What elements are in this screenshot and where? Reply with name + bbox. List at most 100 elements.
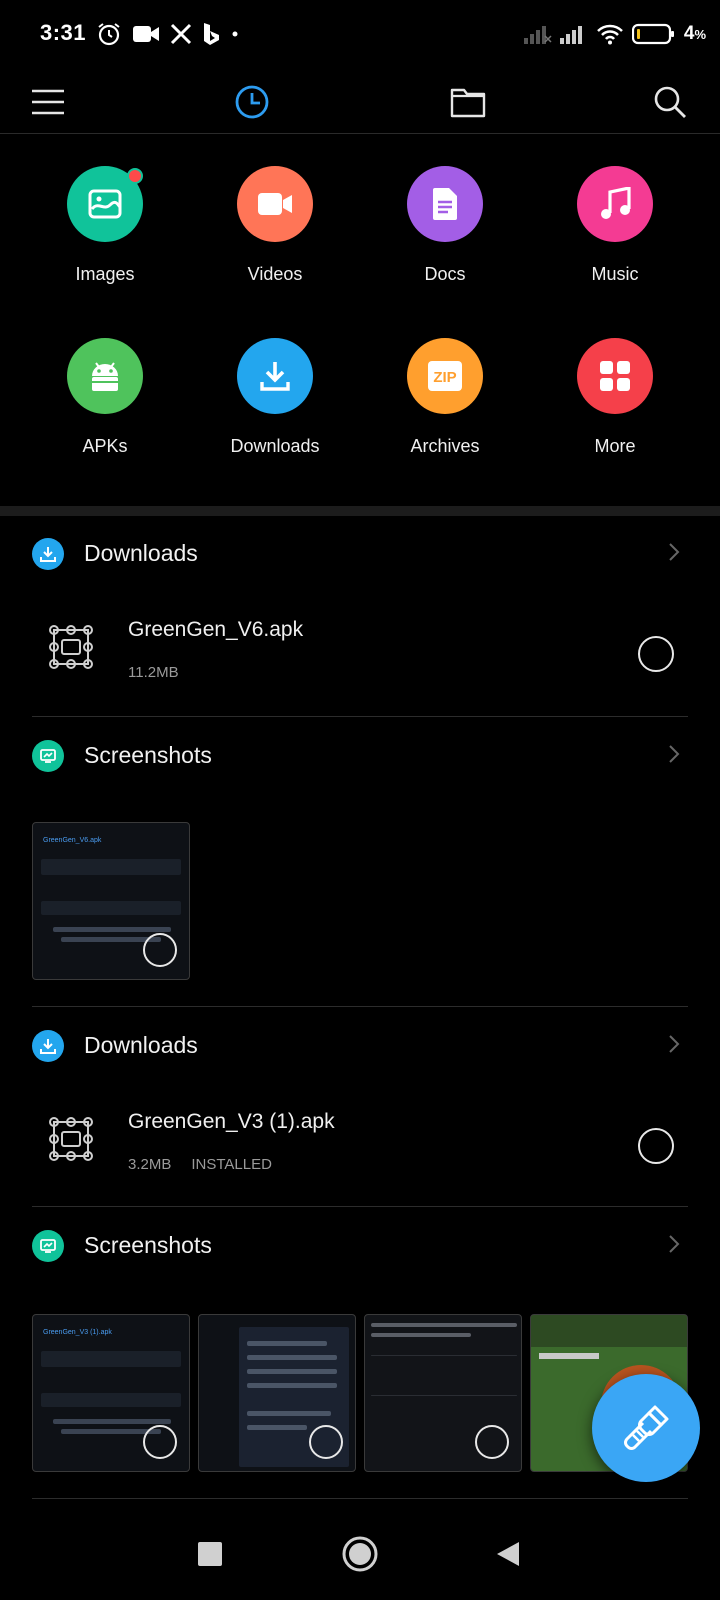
recent-tab[interactable] [228,78,276,126]
section-title: Screenshots [84,742,212,768]
top-toolbar [0,68,720,134]
download-icon [40,547,56,562]
recents-button[interactable] [184,1528,236,1580]
select-checkbox[interactable] [638,636,674,672]
category-icon-bg [67,338,143,414]
category-icon-bg [237,166,313,242]
chevron-right-icon [669,745,680,763]
chevron-right-icon [669,1235,680,1253]
category-label: Docs [424,264,466,284]
wifi-icon [596,24,623,45]
menu-button[interactable] [24,78,72,126]
folders-tab[interactable] [444,78,492,126]
bing-icon [204,23,219,45]
back-triangle-icon [497,1542,519,1566]
svg-text:ZIP: ZIP [433,369,456,386]
home-circle-icon [342,1536,378,1572]
category-icon-bg [407,166,483,242]
category-icon-bg [237,338,313,414]
select-checkbox[interactable] [309,1425,343,1459]
category-icon-bg [67,166,143,242]
section-title: Downloads [84,540,198,566]
section-icon-bg [32,1030,64,1062]
screenshot-thumbnail[interactable]: GreenGen_V3 (1).apk [32,1314,190,1472]
divider-line [32,1498,688,1499]
back-button[interactable] [482,1528,534,1580]
section-header-screenshots[interactable]: Screenshots [0,726,720,786]
section-title: Downloads [84,1032,198,1058]
screenshot-thumbnail[interactable]: GreenGen_V6.apk [32,822,190,980]
select-checkbox[interactable] [143,933,177,967]
system-nav-bar [0,1506,720,1600]
file-item[interactable]: GreenGen_V6.apk 11.2MB [0,598,720,708]
category-archives[interactable]: ZIP Archives [360,338,530,508]
android-icon [92,362,118,391]
category-label: Music [591,264,639,284]
battery-icon [631,23,674,45]
file-meta: 11.2MB [128,664,179,681]
category-apks[interactable]: APKs [20,338,190,508]
screenshot-thumbnail[interactable] [198,1314,356,1472]
thumbnail-caption: GreenGen_V3 (1).apk [43,1329,112,1336]
notification-icons [96,20,240,48]
select-checkbox[interactable] [475,1425,509,1459]
folder-icon [450,88,486,118]
home-button[interactable] [334,1528,386,1580]
dot-icon [232,31,238,37]
select-checkbox[interactable] [143,1425,177,1459]
system-status-icons: 4% [523,20,706,48]
section-icon-bg [32,1230,64,1262]
chevron-right-icon [669,543,680,561]
section-icon-bg [32,740,64,772]
video-call-icon [133,26,159,42]
divider-line [32,716,688,717]
grid-icon [600,361,630,391]
apk-file-icon [49,625,93,669]
search-icon [654,86,686,118]
category-label: More [594,436,636,456]
download-icon [260,362,290,391]
battery-percent: 4% [683,23,706,44]
chevron-right-icon [669,1035,680,1053]
alarm-icon [98,23,120,46]
category-videos[interactable]: Videos [190,166,360,336]
file-size: 3.2MB [128,1156,172,1173]
broom-clean-icon [624,1405,669,1450]
category-icon-bg: ZIP [407,338,483,414]
category-label: Videos [247,264,303,284]
file-size: 11.2MB [128,664,179,681]
screenshot-icon [40,1239,56,1253]
section-header-screenshots[interactable]: Screenshots [0,1216,720,1276]
section-header-downloads[interactable]: Downloads [0,524,720,584]
video-icon [258,193,292,215]
category-docs[interactable]: Docs [360,166,530,336]
category-label: Archives [410,436,480,456]
file-name: GreenGen_V3 (1).apk [128,1110,335,1133]
category-label: Downloads [230,436,320,456]
category-downloads[interactable]: Downloads [190,338,360,508]
file-item[interactable]: GreenGen_V3 (1).apk 3.2MB INSTALLED [0,1090,720,1200]
screenshot-icon [40,749,56,763]
section-divider [0,506,720,516]
image-icon [88,189,122,219]
clock-time: 3:31 [40,20,87,45]
file-meta: 3.2MB INSTALLED [128,1156,272,1173]
menu-icon [32,89,64,115]
section-icon-bg [32,538,64,570]
category-more[interactable]: More [530,338,700,508]
category-icon-bg [577,338,653,414]
section-title: Screenshots [84,1232,212,1258]
select-checkbox[interactable] [638,1128,674,1164]
clean-fab-button[interactable] [592,1374,700,1482]
thumbnail-caption: GreenGen_V6.apk [43,837,102,844]
category-music[interactable]: Music [530,166,700,336]
screenshot-thumbnail[interactable] [364,1314,522,1472]
music-icon [601,187,631,219]
recents-square-icon [198,1542,222,1566]
search-button[interactable] [646,78,694,126]
apk-file-icon [49,1117,93,1161]
category-icon-bg [577,166,653,242]
section-header-downloads[interactable]: Downloads [0,1016,720,1076]
category-images[interactable]: Images [20,166,190,336]
category-label: APKs [82,436,128,456]
